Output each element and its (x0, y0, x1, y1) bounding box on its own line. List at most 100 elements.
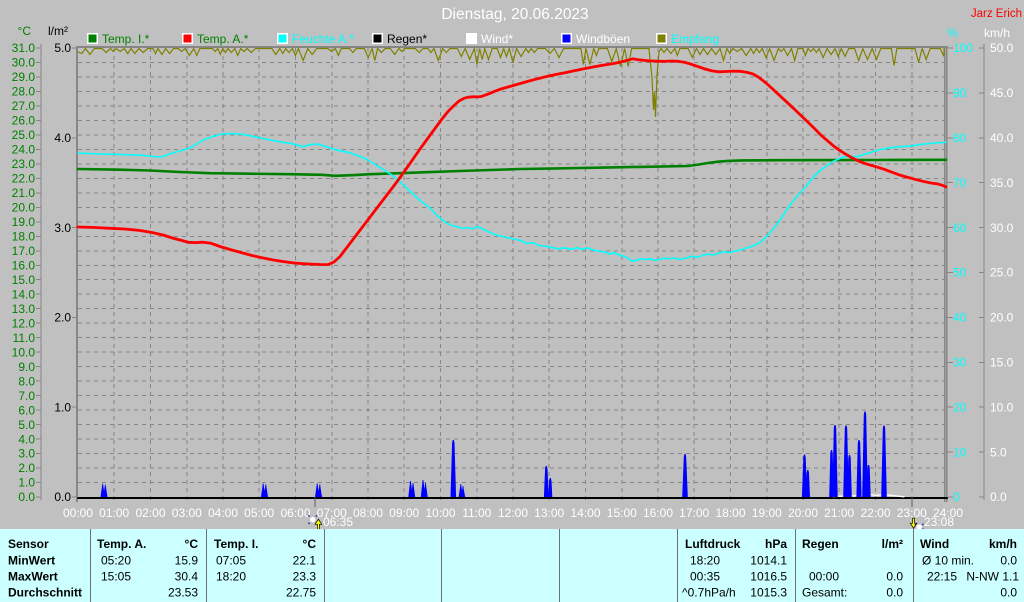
svg-text:°C: °C (303, 537, 317, 551)
svg-text:50: 50 (953, 266, 967, 280)
svg-text:15.0: 15.0 (12, 273, 36, 287)
svg-text:Wind: Wind (920, 537, 949, 551)
svg-text:22:15: 22:15 (927, 570, 957, 584)
svg-text:19.0: 19.0 (12, 215, 36, 229)
svg-text:00:00: 00:00 (809, 570, 839, 584)
svg-text:^0.7hPa/h: ^0.7hPa/h (682, 586, 736, 600)
svg-text:27.0: 27.0 (12, 99, 36, 113)
svg-text:Empfang: Empfang (671, 32, 719, 46)
svg-text:06:00: 06:00 (280, 506, 310, 520)
svg-text:%: % (947, 26, 958, 40)
svg-text:23.0: 23.0 (12, 157, 36, 171)
svg-text:l/m²: l/m² (882, 537, 903, 551)
svg-text:07:05: 07:05 (216, 554, 246, 568)
svg-text:15:05: 15:05 (101, 570, 131, 584)
svg-text:1.0: 1.0 (54, 400, 71, 414)
svg-text:60: 60 (953, 221, 967, 235)
svg-text:22.1: 22.1 (293, 554, 317, 568)
svg-text:5.0: 5.0 (18, 418, 35, 432)
svg-text:Regen*: Regen* (387, 32, 427, 46)
svg-text:70: 70 (953, 176, 967, 190)
svg-text:Wind*: Wind* (481, 32, 513, 46)
svg-text:13.0: 13.0 (12, 302, 36, 316)
svg-text:km/h: km/h (984, 26, 1010, 40)
svg-text:17:00: 17:00 (679, 506, 709, 520)
svg-text:Ø 10 min.: Ø 10 min. (922, 554, 974, 568)
svg-text:Durchschnitt: Durchschnitt (8, 586, 82, 600)
svg-text:21:00: 21:00 (824, 506, 854, 520)
svg-text:5.0: 5.0 (54, 41, 71, 55)
svg-text:18:20: 18:20 (216, 570, 246, 584)
svg-text:0.0: 0.0 (886, 570, 903, 584)
svg-text:0.0: 0.0 (1000, 586, 1017, 600)
svg-text:17.0: 17.0 (12, 244, 36, 258)
svg-text:18:00: 18:00 (715, 506, 745, 520)
svg-text:2.0: 2.0 (54, 311, 71, 325)
svg-text:Luftdruck: Luftdruck (685, 537, 741, 551)
svg-text:31.0: 31.0 (12, 41, 36, 55)
svg-text:0: 0 (953, 490, 960, 504)
svg-text:2.0: 2.0 (18, 461, 35, 475)
svg-text:15:00: 15:00 (607, 506, 637, 520)
svg-text:hPa: hPa (765, 537, 787, 551)
svg-text:22:00: 22:00 (860, 506, 890, 520)
svg-text:10: 10 (953, 445, 967, 459)
svg-text:02:00: 02:00 (135, 506, 165, 520)
svg-text:15.0: 15.0 (990, 356, 1014, 370)
svg-text:05:00: 05:00 (244, 506, 274, 520)
svg-text:30.0: 30.0 (12, 56, 36, 70)
svg-text:16:00: 16:00 (643, 506, 673, 520)
svg-text:03:00: 03:00 (172, 506, 202, 520)
svg-text:1.0: 1.0 (18, 476, 35, 490)
svg-text:14.0: 14.0 (12, 287, 36, 301)
svg-text:22.75: 22.75 (286, 586, 316, 600)
svg-text:0.0: 0.0 (54, 490, 71, 504)
svg-text:30.4: 30.4 (175, 570, 199, 584)
svg-text:N-NW 1.1: N-NW 1.1 (966, 570, 1019, 584)
svg-text:24.0: 24.0 (12, 143, 36, 157)
svg-text:19:00: 19:00 (752, 506, 782, 520)
svg-text:23.53: 23.53 (168, 586, 198, 600)
svg-text:04:00: 04:00 (208, 506, 238, 520)
svg-text:9.0: 9.0 (18, 360, 35, 374)
svg-text:100: 100 (953, 41, 973, 55)
svg-text:7.0: 7.0 (18, 389, 35, 403)
svg-text:16.0: 16.0 (12, 259, 36, 273)
svg-text:01:00: 01:00 (99, 506, 129, 520)
svg-text:05:20: 05:20 (101, 554, 131, 568)
svg-text:0.0: 0.0 (18, 490, 35, 504)
svg-text:00:00: 00:00 (63, 506, 93, 520)
svg-text:Dienstag, 20.06.2023: Dienstag, 20.06.2023 (441, 6, 588, 23)
svg-text:Jarz Erich: Jarz Erich (971, 8, 1022, 20)
svg-text:MinWert: MinWert (8, 554, 55, 568)
svg-text:28.0: 28.0 (12, 85, 36, 99)
svg-text:30.0: 30.0 (990, 221, 1014, 235)
svg-text:l/m²: l/m² (48, 24, 68, 38)
svg-text:8.0: 8.0 (18, 374, 35, 388)
svg-text:11.0: 11.0 (13, 331, 36, 345)
svg-text:10.0: 10.0 (990, 400, 1014, 414)
svg-text:0.0: 0.0 (886, 586, 903, 600)
svg-text:09:00: 09:00 (389, 506, 419, 520)
svg-text:25.0: 25.0 (12, 128, 36, 142)
svg-text:Gesamt:: Gesamt: (802, 586, 847, 600)
svg-text:18:20: 18:20 (690, 554, 720, 568)
svg-text:12:00: 12:00 (498, 506, 528, 520)
svg-text:3.0: 3.0 (54, 221, 71, 235)
svg-text:Regen: Regen (802, 537, 839, 551)
svg-text:Temp. I.: Temp. I. (214, 537, 258, 551)
svg-text:00:35: 00:35 (690, 570, 720, 584)
svg-text:18.0: 18.0 (12, 230, 36, 244)
svg-text:80: 80 (953, 131, 967, 145)
svg-text:0.0: 0.0 (990, 490, 1007, 504)
svg-text:08:00: 08:00 (353, 506, 383, 520)
svg-text:40: 40 (953, 311, 967, 325)
svg-text:11:00: 11:00 (462, 506, 491, 520)
svg-text:45.0: 45.0 (990, 86, 1014, 100)
svg-text:40.0: 40.0 (990, 131, 1014, 145)
svg-text:0.0: 0.0 (1000, 554, 1017, 568)
svg-text:06:35: 06:35 (323, 515, 353, 529)
svg-text:13:00: 13:00 (534, 506, 564, 520)
svg-text:20:00: 20:00 (788, 506, 818, 520)
svg-text:23:08: 23:08 (924, 515, 954, 529)
